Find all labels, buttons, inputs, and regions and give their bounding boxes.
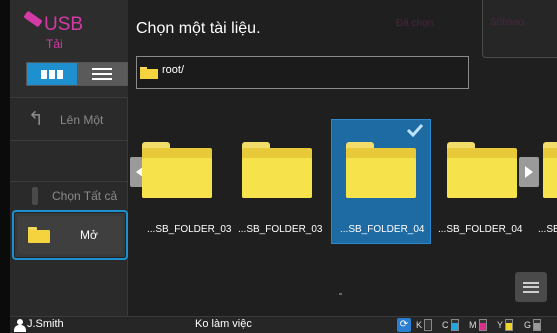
status-message: Ko làm việc <box>195 318 252 330</box>
ink-fill <box>479 322 486 330</box>
app-header: USB Tải <box>10 0 128 98</box>
scroll-right-button[interactable] <box>519 157 539 187</box>
screen: USB Tải ↰ Lên Một Chọn Tất cả Mở Chọn mộ… <box>0 0 557 333</box>
open-button-face: Mở <box>18 216 122 254</box>
ink-bar <box>533 319 542 331</box>
ink-fill <box>451 322 458 330</box>
folder-icon <box>142 142 212 198</box>
folder-icon <box>543 142 557 198</box>
chevron-right-icon <box>525 166 533 178</box>
network-icon: ⟳ <box>397 318 411 332</box>
user-name[interactable]: J.Smith <box>27 318 64 330</box>
up-one-level-label: Lên Một <box>60 112 104 127</box>
app-title: USB <box>44 14 84 35</box>
menu-button[interactable] <box>515 272 547 302</box>
select-all-indicator <box>32 187 38 205</box>
ink-label: K <box>416 320 423 330</box>
ink-gauge-c: C <box>442 318 459 332</box>
tab-copies[interactable]: Sốbsao <box>482 0 557 58</box>
tab-selected[interactable]: Đã chọn <box>396 18 433 29</box>
checkmark-icon <box>406 123 424 137</box>
ink-gauge-m: M <box>469 318 487 332</box>
ink-fill <box>425 329 432 330</box>
ink-bar <box>424 319 433 331</box>
file-name: ...SB <box>538 224 557 235</box>
list-view-icon <box>92 68 112 80</box>
file-item[interactable]: ...SB_FOLDER_03 <box>228 120 328 245</box>
tab-copies-label: Sốbsao <box>490 17 524 28</box>
file-browser-panel: Chọn một tài liệu. Đã chọn Sốbsao root/ … <box>128 0 557 316</box>
ink-bar <box>505 319 514 331</box>
ink-label: M <box>469 320 477 330</box>
ink-gauge-y: Y <box>497 318 514 332</box>
ink-label: C <box>442 320 449 330</box>
up-one-level-button[interactable]: ↰ Lên Một <box>10 99 128 141</box>
grid-view-icon <box>41 69 63 79</box>
ink-bar <box>478 319 487 331</box>
open-button[interactable]: Mở <box>12 210 128 260</box>
file-item[interactable]: ...SB_FOLDER_03 <box>128 120 231 245</box>
view-toggle <box>26 62 128 86</box>
ink-label: Y <box>497 320 504 330</box>
sidebar: USB Tải ↰ Lên Một Chọn Tất cả <box>10 0 128 316</box>
menu-icon <box>523 281 539 293</box>
open-label: Mở <box>80 228 98 242</box>
status-bar: J.Smith Ko làm việc ⟳ K C M Y G <box>10 316 557 333</box>
ink-bar <box>450 319 459 331</box>
file-item-selected[interactable]: ...SB_FOLDER_04 <box>331 119 431 244</box>
folder-icon <box>447 142 517 198</box>
page-title: Chọn một tài liệu. <box>136 20 261 37</box>
page-indicator <box>339 293 342 295</box>
file-item[interactable]: ...SB_FOLDER_04 <box>433 120 533 245</box>
folder-icon <box>346 142 416 198</box>
up-arrow-icon: ↰ <box>28 109 44 130</box>
grid-view-button[interactable] <box>27 63 77 85</box>
sidebar-empty-slot <box>10 142 128 182</box>
usb-icon <box>23 10 43 28</box>
ink-label: G <box>524 320 532 330</box>
screen-edge <box>0 0 10 333</box>
ink-fill <box>506 322 513 330</box>
app-subtitle: Tải <box>46 37 63 51</box>
ink-gauge-k: K <box>416 318 433 332</box>
folder-icon <box>242 142 312 198</box>
list-view-button[interactable] <box>77 63 127 85</box>
path-text: root/ <box>162 63 185 76</box>
ink-fill <box>534 322 541 330</box>
ink-gauge-g: G <box>524 318 542 332</box>
folder-icon <box>28 227 50 243</box>
select-all-button[interactable]: Chọn Tất cả <box>10 183 128 209</box>
select-all-label: Chọn Tất cả <box>52 189 118 203</box>
user-icon <box>14 319 26 332</box>
folder-icon <box>140 66 158 79</box>
path-field: root/ <box>136 56 469 89</box>
